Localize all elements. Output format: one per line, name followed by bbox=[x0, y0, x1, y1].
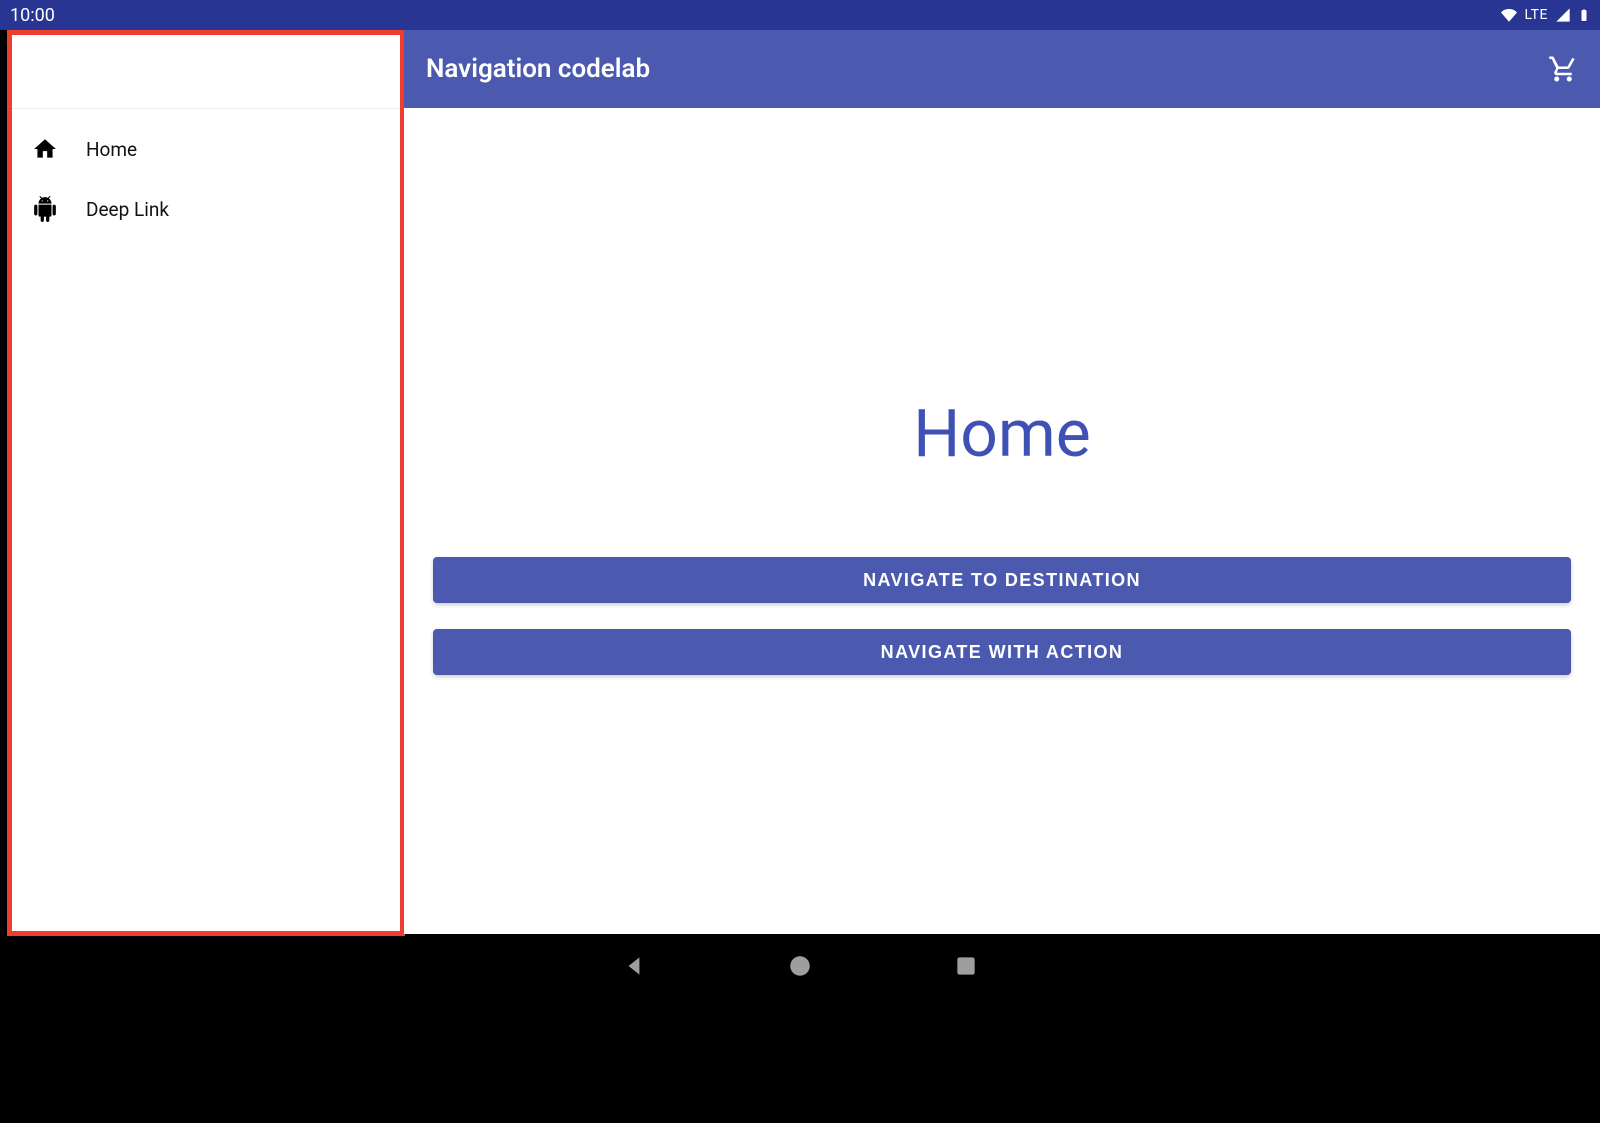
android-icon bbox=[30, 196, 60, 222]
home-icon bbox=[30, 136, 60, 162]
status-indicators: LTE bbox=[1499, 6, 1590, 24]
letterbox bbox=[0, 996, 1600, 1123]
home-button[interactable] bbox=[787, 953, 813, 979]
network-label: LTE bbox=[1525, 7, 1548, 23]
navigation-drawer: Home Deep Link bbox=[7, 30, 405, 936]
drawer-header bbox=[12, 35, 400, 109]
back-button[interactable] bbox=[621, 953, 647, 979]
navigate-to-destination-button[interactable]: NAVIGATE TO DESTINATION bbox=[433, 557, 1571, 603]
wifi-icon bbox=[1499, 7, 1519, 23]
navigate-with-action-button[interactable]: NAVIGATE WITH ACTION bbox=[433, 629, 1571, 675]
drawer-item-label: Home bbox=[86, 138, 137, 161]
app-bar-title: Navigation codelab bbox=[426, 54, 650, 84]
status-bar: 10:00 LTE bbox=[0, 0, 1600, 30]
drawer-item-label: Deep Link bbox=[86, 198, 169, 221]
cellular-icon bbox=[1554, 7, 1572, 23]
recents-button[interactable] bbox=[953, 953, 979, 979]
status-time: 10:00 bbox=[10, 5, 55, 26]
drawer-item-home[interactable]: Home bbox=[12, 119, 400, 179]
main-content: Home NAVIGATE TO DESTINATION NAVIGATE WI… bbox=[404, 108, 1600, 934]
app-bar: Navigation codelab bbox=[404, 30, 1600, 108]
system-navigation-bar bbox=[0, 936, 1600, 996]
cart-icon[interactable] bbox=[1548, 54, 1578, 84]
page-title: Home bbox=[913, 396, 1091, 473]
battery-icon bbox=[1578, 6, 1590, 24]
drawer-item-deep-link[interactable]: Deep Link bbox=[12, 179, 400, 239]
